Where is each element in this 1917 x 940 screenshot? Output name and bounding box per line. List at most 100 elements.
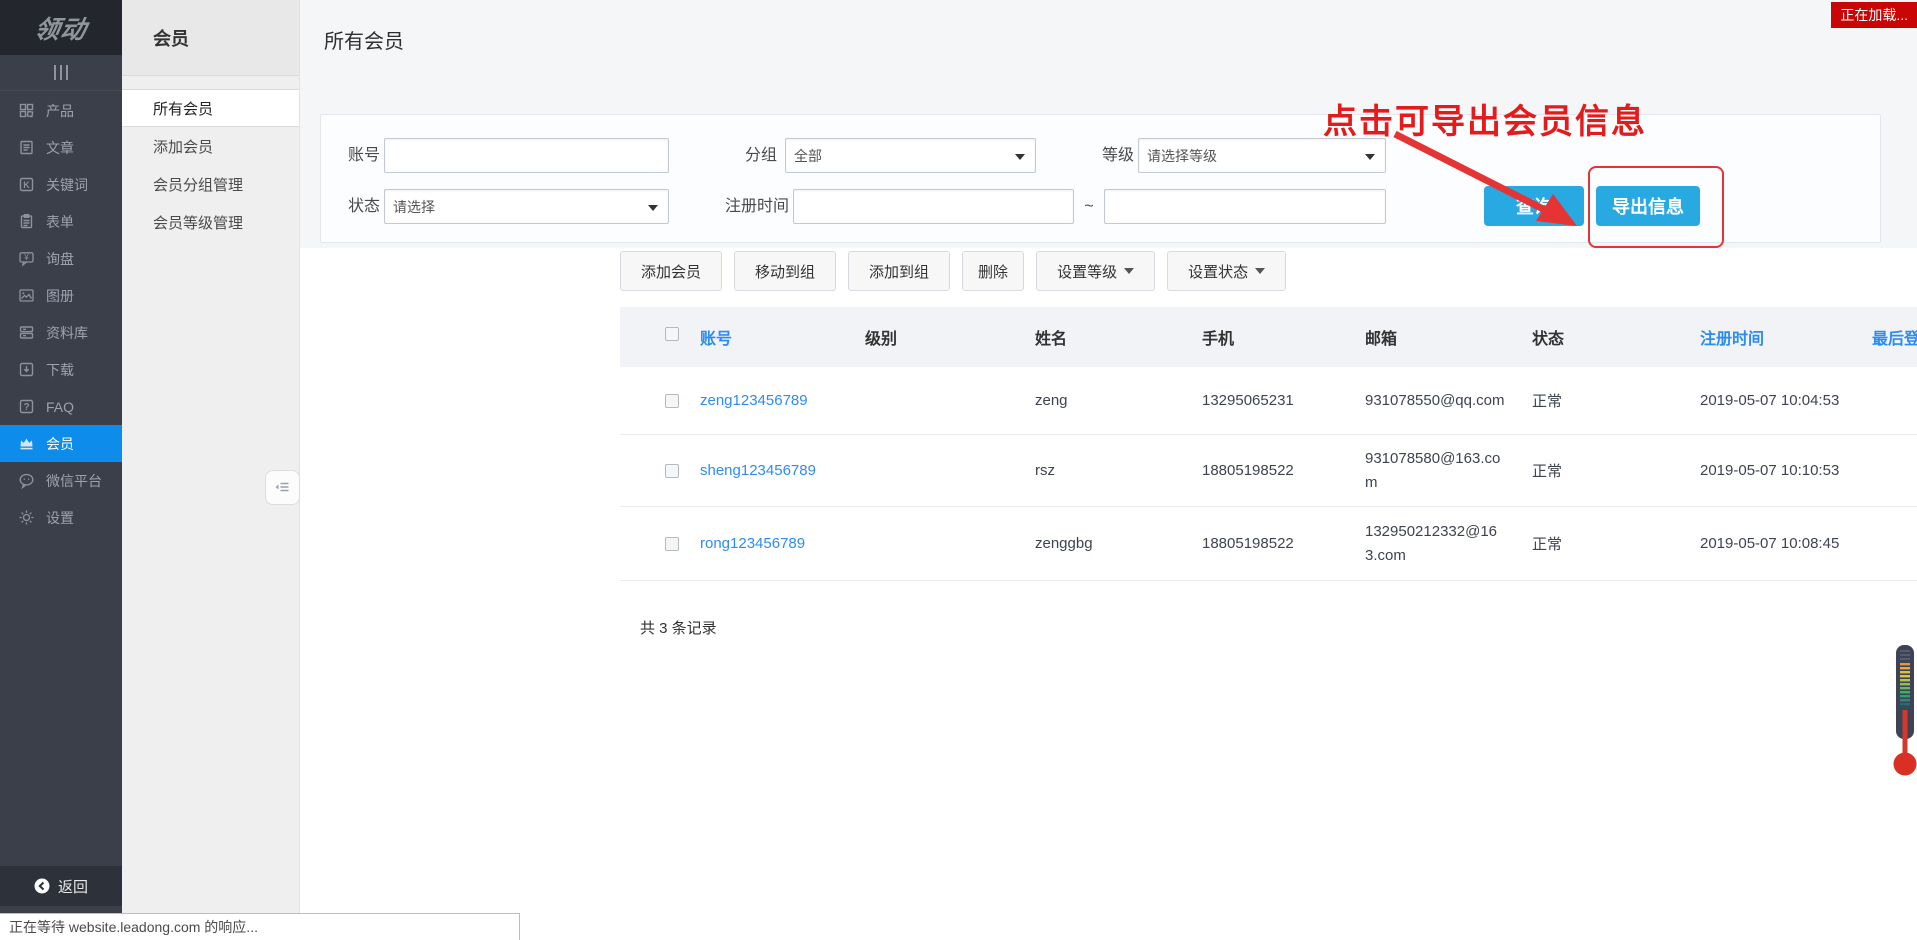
annotation-arrow-icon xyxy=(1385,126,1595,241)
wechat-icon xyxy=(18,472,35,489)
cell-name: zeng xyxy=(1025,392,1192,409)
table-header-row: 账号 级别 姓名 手机 邮箱 状态 注册时间 最后登录时间 操作 xyxy=(620,307,1917,367)
album-icon xyxy=(18,287,35,304)
cell-name: rsz xyxy=(1025,462,1192,479)
collapse-panel-icon xyxy=(274,479,291,496)
svg-text:K: K xyxy=(23,180,30,190)
cell-name: zenggbg xyxy=(1025,535,1192,552)
chevron-down-icon xyxy=(1365,154,1375,160)
sidebar-item-library[interactable]: 资料库 xyxy=(0,314,122,351)
inquiry-icon: ¥ xyxy=(18,250,35,267)
add-to-group-button[interactable]: 添加到组 xyxy=(848,251,950,291)
select-all-checkbox[interactable] xyxy=(665,327,679,341)
sidebar-menu: 产品 文章 K 关键词 表单 ¥ 询盘 图册 xyxy=(0,92,122,536)
members-table: 账号 级别 姓名 手机 邮箱 状态 注册时间 最后登录时间 操作 zeng123… xyxy=(620,307,1917,581)
loading-badge: 正在加载... xyxy=(1831,2,1917,28)
keyword-icon: K xyxy=(18,176,35,193)
cell-status: 正常 xyxy=(1522,460,1690,481)
chevron-down-icon xyxy=(1015,154,1025,160)
form-icon xyxy=(18,213,35,230)
back-button[interactable]: 返回 xyxy=(0,866,122,906)
member-account-link[interactable]: rong123456789 xyxy=(700,535,805,552)
add-member-button[interactable]: 添加会员 xyxy=(620,251,722,291)
brand-logo[interactable]: 领动 xyxy=(0,0,122,55)
level-select-value: 请选择等级 xyxy=(1147,146,1217,166)
header-name: 姓名 xyxy=(1025,325,1192,349)
header-last-login[interactable]: 最后登录时间 xyxy=(1862,325,1917,349)
article-icon xyxy=(18,139,35,156)
back-label: 返回 xyxy=(58,876,88,897)
grid-icon xyxy=(18,102,35,119)
hamburger-icon xyxy=(54,65,56,80)
member-icon xyxy=(18,435,35,452)
regtime-label: 注册时间 xyxy=(717,189,789,224)
regtime-end-input[interactable] xyxy=(1104,189,1386,224)
sidebar-item-keywords[interactable]: K 关键词 xyxy=(0,166,122,203)
sidebar-collapse-handle[interactable] xyxy=(0,55,122,91)
set-status-dropdown[interactable]: 设置状态 xyxy=(1167,251,1286,291)
group-select[interactable]: 全部 xyxy=(785,138,1036,173)
row-checkbox[interactable] xyxy=(665,394,679,408)
header-account[interactable]: 账号 xyxy=(690,325,855,349)
app-window: 领动 产品 文章 K 关键词 表单 ¥ 询盘 xyxy=(0,0,1917,940)
cell-phone: 18805198522 xyxy=(1192,535,1355,552)
table-row: sheng123456789 rsz 18805198522 931078580… xyxy=(620,435,1917,507)
submenu-item-level-management[interactable]: 会员等级管理 xyxy=(122,203,299,241)
group-select-value: 全部 xyxy=(794,146,822,166)
browser-status-bar: 正在等待 website.leadong.com 的响应... xyxy=(0,913,520,940)
member-account-link[interactable]: zeng123456789 xyxy=(700,392,808,409)
cell-status: 正常 xyxy=(1522,533,1690,554)
main-sidebar: 领动 产品 文章 K 关键词 表单 ¥ 询盘 xyxy=(0,0,122,940)
page-title: 所有会员 xyxy=(324,25,404,54)
set-level-dropdown[interactable]: 设置等级 xyxy=(1036,251,1155,291)
sidebar-item-inquiries[interactable]: ¥ 询盘 xyxy=(0,240,122,277)
delete-button[interactable]: 删除 xyxy=(962,251,1024,291)
sidebar-item-articles[interactable]: 文章 xyxy=(0,129,122,166)
record-count: 共 3 条记录 xyxy=(640,617,717,638)
status-label: 状态 xyxy=(336,189,380,224)
status-select[interactable]: 请选择 xyxy=(384,189,669,224)
table-row: rong123456789 zenggbg 18805198522 132950… xyxy=(620,507,1917,581)
account-input[interactable] xyxy=(384,138,669,173)
sidebar-item-members[interactable]: 会员 xyxy=(0,425,122,462)
submenu-item-group-management[interactable]: 会员分组管理 xyxy=(122,165,299,203)
regtime-start-input[interactable] xyxy=(793,189,1074,224)
row-checkbox[interactable] xyxy=(665,464,679,478)
chevron-down-icon xyxy=(1124,268,1134,274)
move-to-group-button[interactable]: 移动到组 xyxy=(734,251,836,291)
brand-logo-text: 领动 xyxy=(32,10,90,46)
library-icon xyxy=(18,324,35,341)
svg-text:?: ? xyxy=(23,402,29,413)
sidebar-item-albums[interactable]: 图册 xyxy=(0,277,122,314)
row-checkbox[interactable] xyxy=(665,537,679,551)
annotation-highlight-box xyxy=(1588,166,1724,248)
submenu-item-add-member[interactable]: 添加会员 xyxy=(122,127,299,165)
submenu-title: 会员 xyxy=(122,0,299,76)
cell-email: 931078550@qq.com xyxy=(1365,389,1505,412)
account-label: 账号 xyxy=(336,138,380,173)
cell-status: 正常 xyxy=(1522,390,1690,411)
chevron-down-icon xyxy=(1255,268,1265,274)
download-icon xyxy=(18,361,35,378)
sidebar-item-faq[interactable]: ? FAQ xyxy=(0,388,122,425)
header-registered[interactable]: 注册时间 xyxy=(1690,325,1862,349)
sidebar-item-forms[interactable]: 表单 xyxy=(0,203,122,240)
thermometer-widget-icon[interactable] xyxy=(1891,642,1917,778)
panel-collapse-button[interactable] xyxy=(265,470,300,505)
cell-registered: 2019-05-07 10:04:53 xyxy=(1690,392,1862,409)
sidebar-item-wechat[interactable]: 微信平台 xyxy=(0,462,122,499)
sidebar-item-products[interactable]: 产品 xyxy=(0,92,122,129)
gear-icon xyxy=(18,509,35,526)
level-select[interactable]: 请选择等级 xyxy=(1138,138,1386,173)
chevron-down-icon xyxy=(648,205,658,211)
submenu-item-all-members[interactable]: 所有会员 xyxy=(122,89,299,127)
bulk-actions-row: 添加会员 移动到组 添加到组 删除 设置等级 设置状态 xyxy=(620,251,1286,291)
cell-phone: 18805198522 xyxy=(1192,462,1355,479)
member-account-link[interactable]: sheng123456789 xyxy=(700,462,816,479)
sidebar-item-settings[interactable]: 设置 xyxy=(0,499,122,536)
status-select-value: 请选择 xyxy=(393,197,435,217)
cell-email: 132950212332@163.com xyxy=(1365,520,1507,567)
sidebar-item-downloads[interactable]: 下载 xyxy=(0,351,122,388)
table-row: zeng123456789 zeng 13295065231 931078550… xyxy=(620,367,1917,435)
header-status: 状态 xyxy=(1522,325,1690,349)
